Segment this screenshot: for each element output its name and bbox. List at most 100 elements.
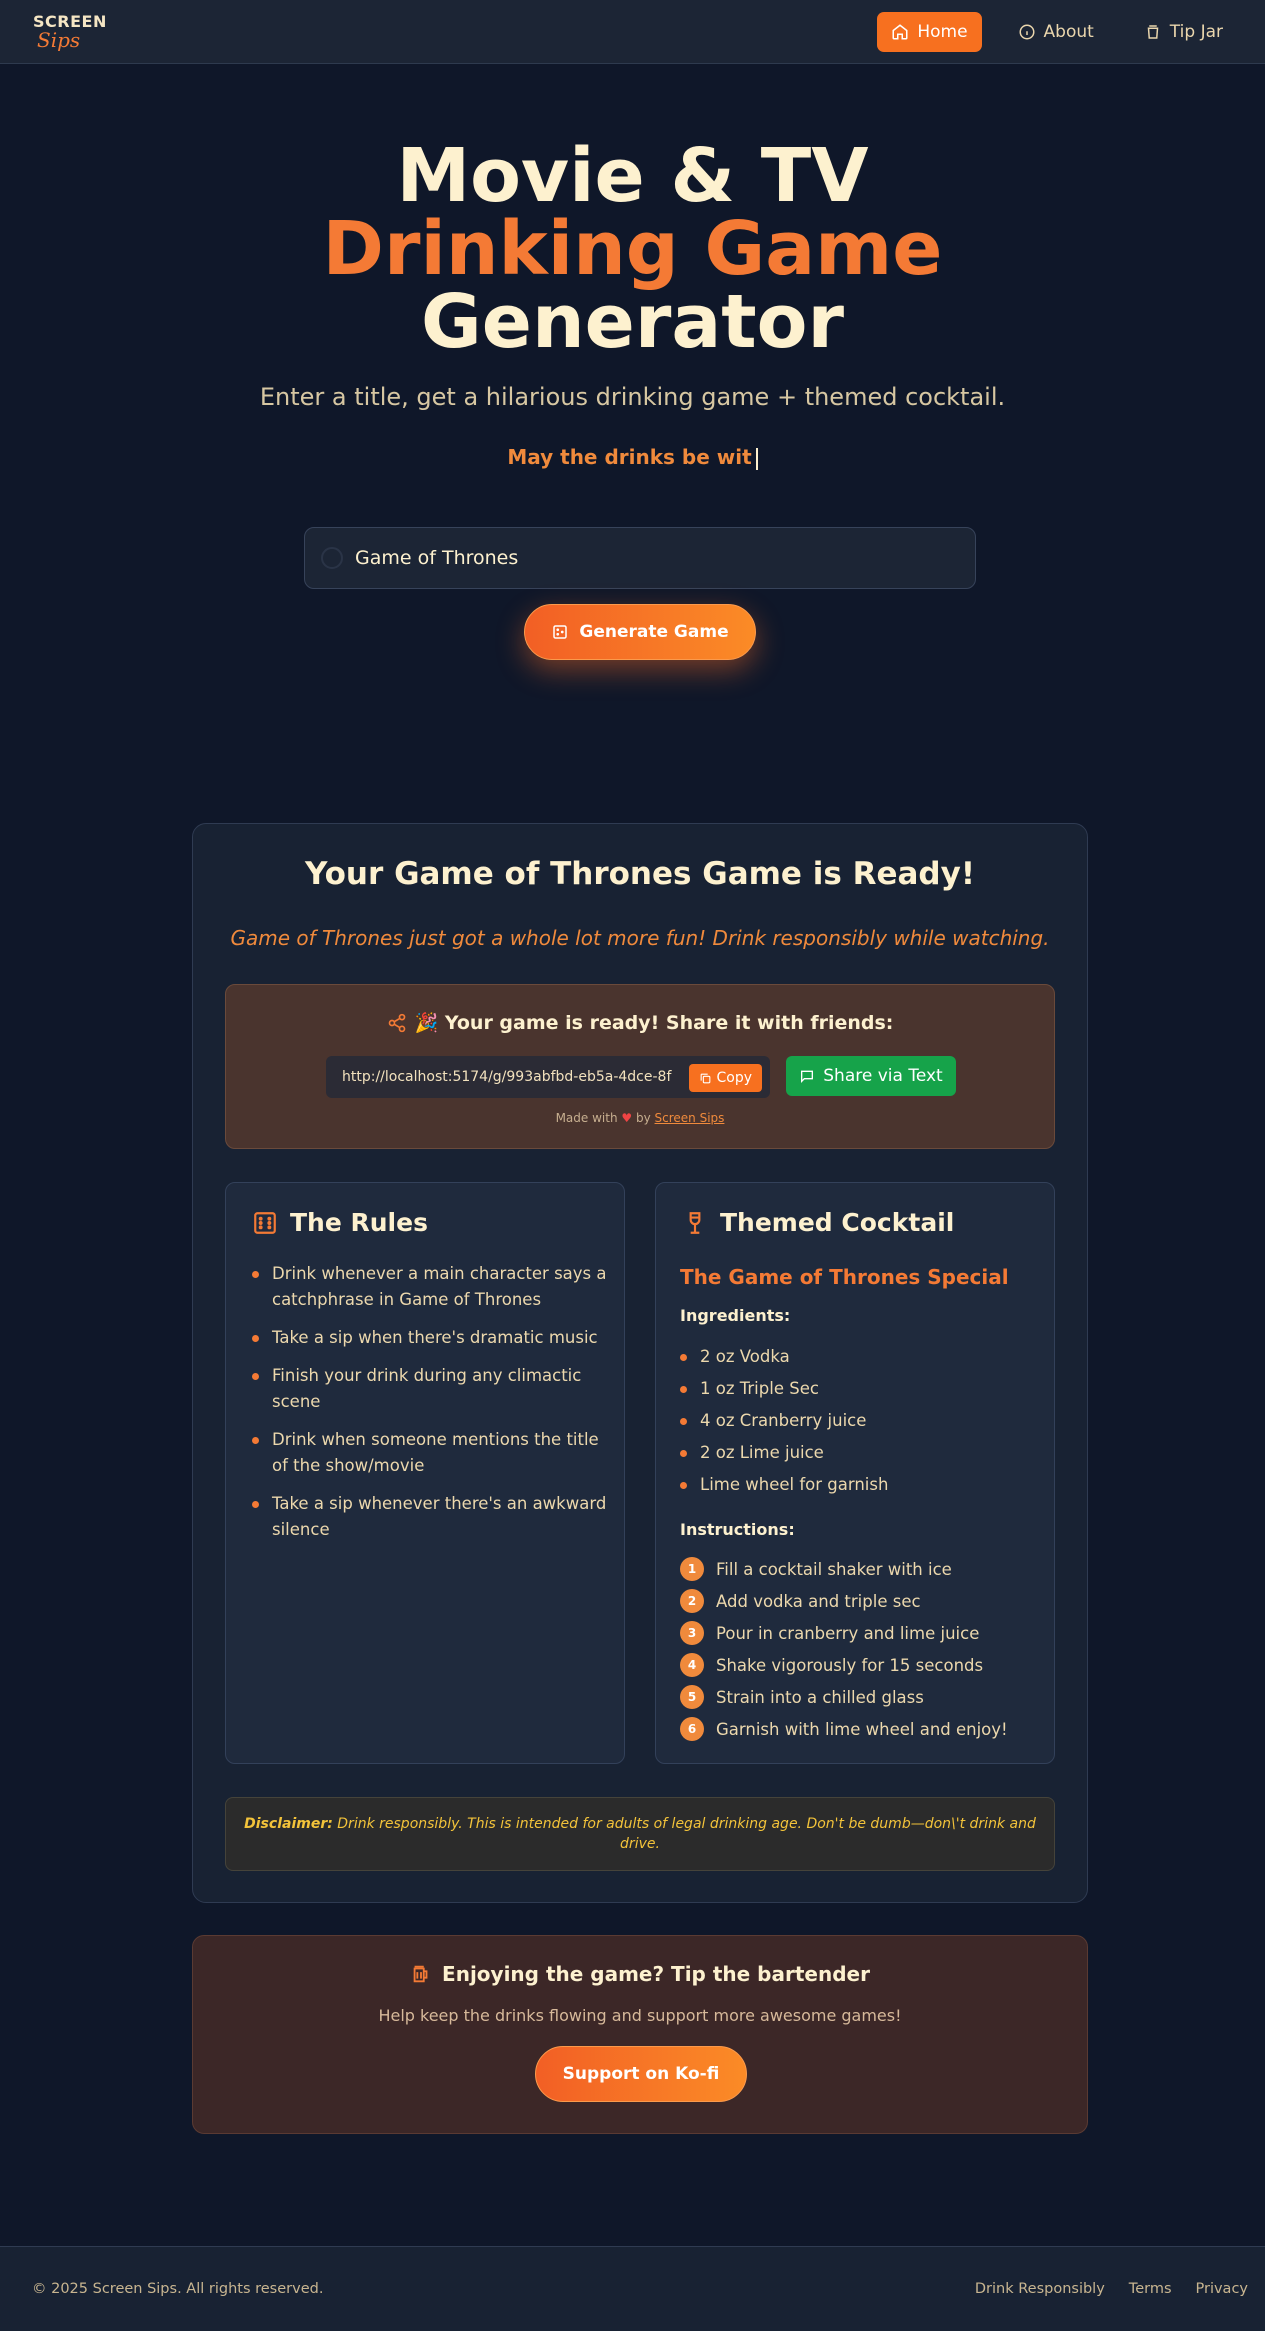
ingredient-item: Lime wheel for garnish	[680, 1469, 888, 1501]
copyright-text: © 2025 Screen Sips. All rights reserved.	[32, 2281, 324, 2297]
cocktail-heading: Themed Cocktail	[682, 1208, 954, 1237]
hero-title: Movie & TV Drinking Game Generator	[0, 133, 1265, 365]
step-number: 1	[680, 1557, 704, 1581]
heart-icon: ♥	[621, 1111, 633, 1125]
share-via-text-label: Share via Text	[823, 1066, 943, 1086]
footer-link-privacy[interactable]: Privacy	[1196, 2281, 1249, 2297]
instruction-step: 1 Fill a cocktail shaker with ice	[680, 1553, 1008, 1585]
typing-tagline: May the drinks be wit	[0, 445, 1265, 470]
hero-title-line3: Generator	[421, 279, 844, 365]
copy-button[interactable]: Copy	[689, 1064, 762, 1092]
rule-item: Finish your drink during any climactic s…	[252, 1363, 607, 1415]
tip-card: Enjoying the game? Tip the bartender Hel…	[192, 1935, 1088, 2134]
home-icon	[892, 23, 908, 39]
step-text: Garnish with lime wheel and enjoy!	[716, 1719, 1008, 1739]
share-url-text: http://localhost:5174/g/993abfbd-eb5a-4d…	[342, 1069, 672, 1085]
info-icon	[1019, 24, 1035, 39]
instruction-step: 6 Garnish with lime wheel and enjoy!	[680, 1713, 1008, 1745]
wine-glass-icon	[689, 1211, 701, 1234]
hero-title-line1: Movie & TV	[396, 133, 869, 219]
hero-title-line2: Drinking Game	[322, 206, 943, 292]
step-text: Strain into a chilled glass	[716, 1687, 924, 1707]
footer: © 2025 Screen Sips. All rights reserved.…	[0, 2246, 1265, 2331]
disclaimer-text: Drink responsibly. This is intended for …	[337, 1816, 1036, 1852]
step-number: 3	[680, 1621, 704, 1645]
nav-tip-jar-label: Tip Jar	[1169, 21, 1223, 42]
message-icon	[801, 1070, 814, 1083]
result-tagline: Game of Thrones just got a whole lot mor…	[230, 926, 1050, 950]
ingredient-item: 4 oz Cranberry juice	[680, 1405, 888, 1437]
nav-about-link[interactable]: About	[1004, 12, 1108, 52]
step-text: Shake vigorously for 15 seconds	[716, 1655, 984, 1675]
share-heading: 🎉 Your game is ready! Share it with frie…	[226, 1011, 1054, 1034]
loading-spinner-icon	[321, 547, 343, 569]
rule-item: Drink whenever a main character says a c…	[252, 1261, 607, 1313]
tip-subtitle: Help keep the drinks flowing and support…	[378, 2006, 902, 2025]
instructions-list: 1 Fill a cocktail shaker with ice 2 Add vo…	[680, 1553, 1008, 1745]
disclaimer-box: Disclaimer: Drink responsibly. This is i…	[225, 1797, 1055, 1871]
copy-label: Copy	[716, 1070, 752, 1086]
nav-about-label: About	[1043, 21, 1094, 42]
instruction-step: 3 Pour in cranberry and lime juice	[680, 1617, 1008, 1649]
share-heading-text: 🎉 Your game is ready! Share it with frie…	[414, 1012, 894, 1034]
dice-icon	[254, 1211, 276, 1234]
step-number: 4	[680, 1653, 704, 1677]
made-with-by: by	[635, 1111, 651, 1125]
made-with-prefix: Made with	[555, 1111, 618, 1125]
instruction-step: 4 Shake vigorously for 15 seconds	[680, 1649, 1008, 1681]
title-search-box	[304, 527, 976, 589]
nav-home-label: Home	[917, 21, 968, 42]
step-number: 2	[680, 1589, 704, 1613]
ingredient-item: 2 oz Vodka	[680, 1341, 888, 1373]
step-text: Pour in cranberry and lime juice	[716, 1623, 980, 1643]
step-number: 5	[680, 1685, 704, 1709]
hero-subtitle: Enter a title, get a hilarious drinking …	[259, 383, 1006, 411]
disclaimer-label: Disclaimer:	[244, 1816, 333, 1832]
screen-sips-link[interactable]: Screen Sips	[655, 1111, 725, 1125]
footer-link-drink-responsibly[interactable]: Drink Responsibly	[975, 2281, 1105, 2297]
instruction-step: 2 Add vodka and triple sec	[680, 1585, 1008, 1617]
footer-links: Drink Responsibly Terms Privacy	[975, 2281, 1248, 2297]
logo[interactable]: SCREEN Sips	[33, 13, 107, 52]
hero: Movie & TV Drinking Game Generator Enter…	[0, 133, 1265, 470]
copy-icon	[701, 1073, 711, 1083]
tip-jar-icon	[1147, 24, 1159, 39]
instruction-step: 5 Strain into a chilled glass	[680, 1681, 1008, 1713]
rule-item: Take a sip whenever there's an awkward s…	[252, 1491, 607, 1543]
result-card: Your Game of Thrones Game is Ready! Game…	[192, 823, 1088, 1903]
cocktail-panel: Themed Cocktail The Game of Thrones Spec…	[655, 1182, 1055, 1764]
ingredient-item: 1 oz Triple Sec	[680, 1373, 888, 1405]
footer-link-terms[interactable]: Terms	[1129, 2281, 1172, 2297]
support-kofi-button[interactable]: Support on Ko-fi	[535, 2046, 747, 2102]
title-search-input[interactable]	[355, 547, 915, 569]
disclaimer-text-wrap: Disclaimer: Drink responsibly. This is i…	[244, 1814, 1036, 1854]
generate-game-button[interactable]: Generate Game	[524, 604, 756, 660]
ingredients-list: 2 oz Vodka 1 oz Triple Sec 4 oz Cranberr…	[680, 1341, 888, 1501]
instructions-label: Instructions:	[680, 1520, 795, 1539]
result-title: Your Game of Thrones Game is Ready!	[305, 856, 975, 892]
share-via-text-button[interactable]: Share via Text	[786, 1056, 956, 1096]
rule-item: Drink when someone mentions the title of…	[252, 1427, 607, 1479]
tip-heading-text: Enjoying the game? Tip the bartender	[442, 1962, 870, 1986]
nav-home-link[interactable]: Home	[877, 11, 982, 52]
ingredients-label: Ingredients:	[680, 1306, 791, 1325]
rules-list: Drink whenever a main character says a c…	[252, 1261, 607, 1555]
rules-heading-text: The Rules	[290, 1208, 428, 1237]
rules-panel: The Rules Drink whenever a main characte…	[225, 1182, 625, 1764]
share-url-box[interactable]: http://localhost:5174/g/993abfbd-eb5a-4d…	[326, 1056, 770, 1098]
ingredient-item: 2 oz Lime juice	[680, 1437, 888, 1469]
step-number: 6	[680, 1717, 704, 1741]
nav-tip-jar-link[interactable]: Tip Jar	[1130, 12, 1237, 52]
cocktail-name: The Game of Thrones Special	[680, 1265, 1009, 1289]
typing-text: May the drinks be wit	[507, 445, 752, 469]
rules-heading: The Rules	[252, 1208, 428, 1237]
share-icon	[388, 1013, 405, 1032]
share-panel: 🎉 Your game is ready! Share it with frie…	[225, 984, 1055, 1149]
cocktail-heading-text: Themed Cocktail	[720, 1208, 955, 1237]
top-nav: SCREEN Sips Home About Tip Jar	[0, 0, 1265, 64]
dice-icon	[553, 625, 568, 639]
logo-bottom-text: Sips	[37, 27, 81, 52]
beer-mug-icon	[413, 1965, 428, 1983]
nav-links: Home About Tip Jar	[877, 11, 1237, 52]
step-text: Fill a cocktail shaker with ice	[716, 1559, 952, 1579]
